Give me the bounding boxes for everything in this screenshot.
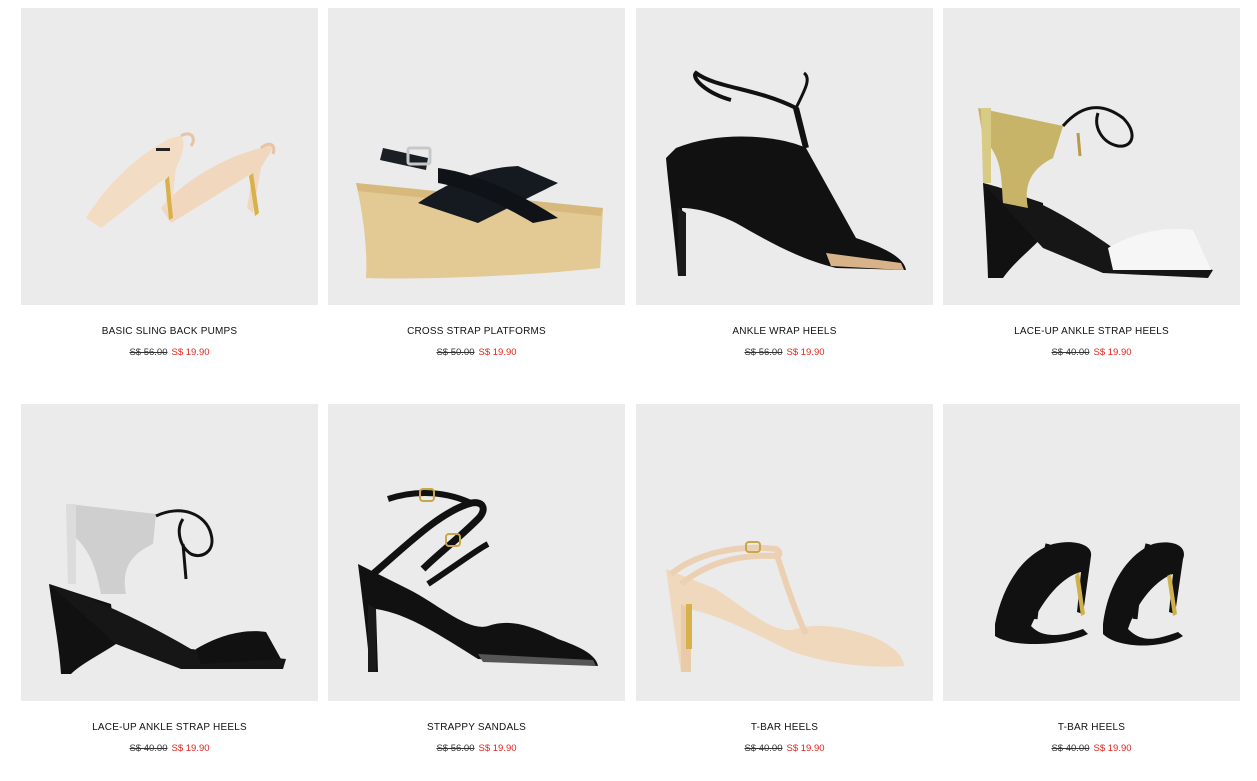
product-name[interactable]: LACE-UP ANKLE STRAP HEELS — [943, 326, 1240, 337]
original-price: S$ 40.00 — [1051, 743, 1090, 754]
black-t-bar-heels-pair-image[interactable] — [943, 404, 1240, 701]
product-price: S$ 40.00 S$ 19.90 — [21, 743, 318, 754]
black-ankle-wrap-heel-image[interactable] — [636, 8, 933, 305]
sale-price: S$ 19.90 — [478, 347, 517, 358]
product-card[interactable]: BASIC SLING BACK PUMPS S$ 56.00 S$ 19.90 — [21, 8, 318, 358]
sale-price: S$ 19.90 — [171, 743, 210, 754]
product-name[interactable]: T-BAR HEELS — [943, 722, 1240, 733]
nude-t-bar-heel-image[interactable] — [636, 404, 933, 701]
sale-price: S$ 19.90 — [171, 347, 210, 358]
sale-price: S$ 19.90 — [1093, 347, 1132, 358]
product-name[interactable]: T-BAR HEELS — [636, 722, 933, 733]
gold-lace-up-wedge-image[interactable] — [943, 8, 1240, 305]
sale-price: S$ 19.90 — [786, 743, 825, 754]
product-name[interactable]: STRAPPY SANDALS — [328, 722, 625, 733]
product-price: S$ 50.00 S$ 19.90 — [328, 347, 625, 358]
product-card[interactable]: CROSS STRAP PLATFORMS S$ 50.00 S$ 19.90 — [328, 8, 625, 358]
product-price: S$ 40.00 S$ 19.90 — [943, 347, 1240, 358]
product-card[interactable]: ANKLE WRAP HEELS S$ 56.00 S$ 19.90 — [636, 8, 933, 358]
original-price: S$ 56.00 — [744, 347, 783, 358]
product-price: S$ 40.00 S$ 19.90 — [943, 743, 1240, 754]
product-card[interactable]: LACE-UP ANKLE STRAP HEELS S$ 40.00 S$ 19.… — [21, 404, 318, 754]
product-name[interactable]: CROSS STRAP PLATFORMS — [328, 326, 625, 337]
silver-lace-up-wedge-image[interactable] — [21, 404, 318, 701]
original-price: S$ 40.00 — [744, 743, 783, 754]
original-price: S$ 56.00 — [436, 743, 475, 754]
black-strappy-sandal-image[interactable] — [328, 404, 625, 701]
sale-price: S$ 19.90 — [1093, 743, 1132, 754]
product-name[interactable]: LACE-UP ANKLE STRAP HEELS — [21, 722, 318, 733]
wooden-platform-sandal-image[interactable] — [328, 8, 625, 305]
product-card[interactable]: T-BAR HEELS S$ 40.00 S$ 19.90 — [636, 404, 933, 754]
product-price: S$ 56.00 S$ 19.90 — [21, 347, 318, 358]
product-card[interactable]: LACE-UP ANKLE STRAP HEELS S$ 40.00 S$ 19.… — [943, 8, 1240, 358]
product-name[interactable]: ANKLE WRAP HEELS — [636, 326, 933, 337]
product-price: S$ 56.00 S$ 19.90 — [636, 347, 933, 358]
original-price: S$ 40.00 — [1051, 347, 1090, 358]
product-name[interactable]: BASIC SLING BACK PUMPS — [21, 326, 318, 337]
product-price: S$ 56.00 S$ 19.90 — [328, 743, 625, 754]
product-card[interactable]: STRAPPY SANDALS S$ 56.00 S$ 19.90 — [328, 404, 625, 754]
product-price: S$ 40.00 S$ 19.90 — [636, 743, 933, 754]
sale-price: S$ 19.90 — [786, 347, 825, 358]
original-price: S$ 50.00 — [436, 347, 475, 358]
original-price: S$ 56.00 — [129, 347, 168, 358]
product-card[interactable]: T-BAR HEELS S$ 40.00 S$ 19.90 — [943, 404, 1240, 754]
sale-price: S$ 19.90 — [478, 743, 517, 754]
original-price: S$ 40.00 — [129, 743, 168, 754]
nude-slingback-pumps-image[interactable] — [21, 8, 318, 305]
